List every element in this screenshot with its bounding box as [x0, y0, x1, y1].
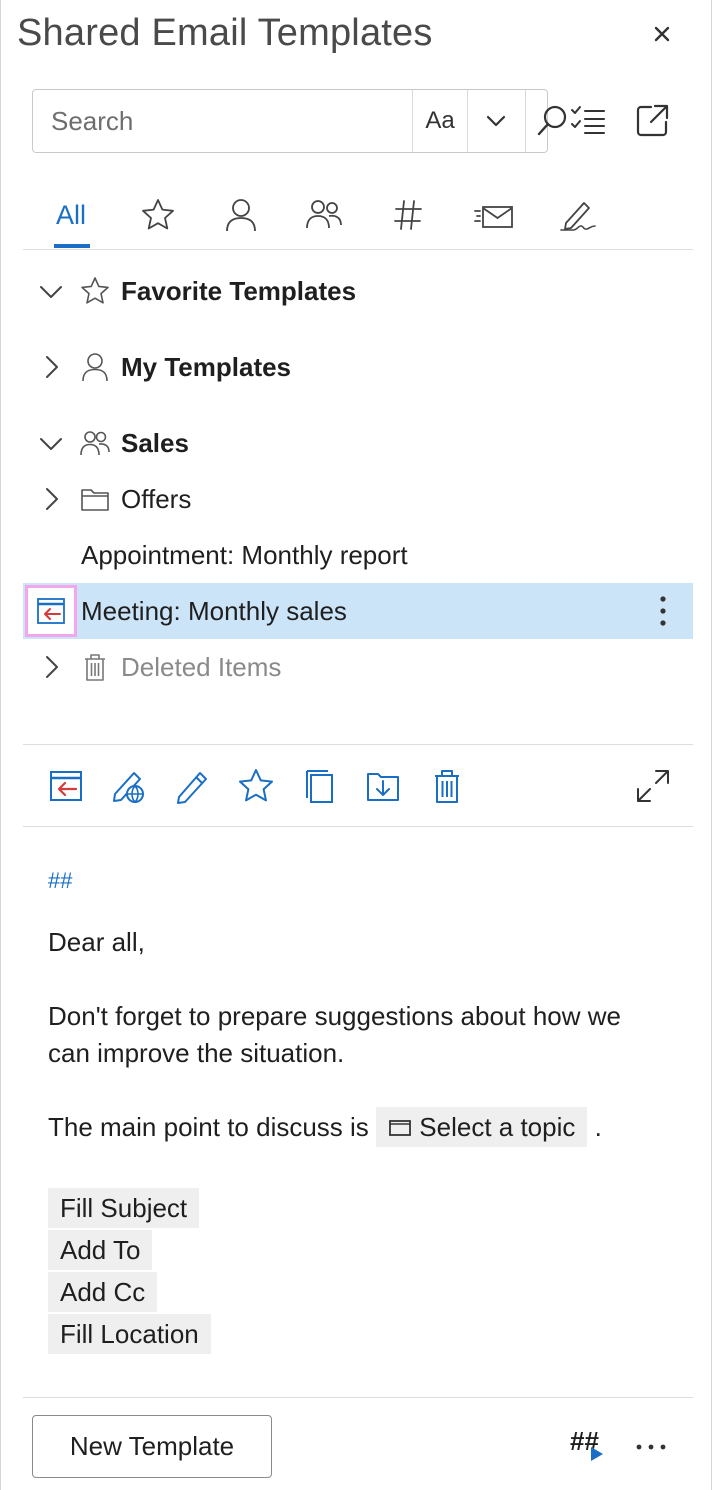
shared-email-templates-pane: Shared Email Templates Aa All: [0, 0, 712, 1490]
tab-macros[interactable]: [383, 180, 433, 250]
trash-icon: [85, 654, 105, 681]
search-box: Aa: [32, 89, 567, 153]
preview-topic-line: The main point to discuss is Select a to…: [48, 1107, 602, 1147]
expand-icon[interactable]: [633, 766, 673, 806]
dropdown-field-icon: [389, 1120, 411, 1136]
paste-template-icon[interactable]: [46, 766, 86, 806]
tree-item-offers[interactable]: Offers: [23, 471, 693, 527]
tree-item-label: Offers: [121, 483, 192, 514]
new-template-button[interactable]: New Template: [32, 1415, 272, 1478]
star-icon[interactable]: [236, 766, 276, 806]
trash-icon[interactable]: [427, 766, 467, 806]
chevron-right-icon[interactable]: [37, 353, 65, 381]
more-icon[interactable]: [631, 1430, 671, 1464]
folder-icon: [81, 489, 109, 511]
match-case-button[interactable]: Aa: [413, 90, 467, 152]
insert-macro-button[interactable]: ##: [567, 1424, 611, 1468]
person-icon: [226, 199, 256, 232]
people-icon: [80, 431, 110, 456]
divider: [23, 1397, 693, 1398]
hash-icon: [394, 200, 422, 230]
template-label: Meeting: Monthly sales: [81, 595, 347, 626]
select-topic-dropdown[interactable]: Select a topic: [376, 1107, 588, 1147]
tab-my-templates[interactable]: [216, 180, 266, 250]
tree-item-favorite-templates[interactable]: Favorite Templates: [23, 263, 693, 319]
edit-shared-icon[interactable]: [108, 766, 148, 806]
topic-chip-label: Select a topic: [419, 1112, 576, 1142]
close-icon[interactable]: [646, 18, 678, 50]
topic-suffix: .: [594, 1112, 602, 1142]
chevron-down-icon[interactable]: [37, 277, 65, 305]
tree-item-deleted-items[interactable]: Deleted Items: [23, 639, 693, 695]
paste-template-button[interactable]: [25, 585, 77, 637]
star-icon: [142, 199, 174, 230]
tree-item-sales[interactable]: Sales: [23, 415, 693, 471]
topic-prefix: The main point to discuss is: [48, 1112, 369, 1142]
macro-marker: ##: [48, 868, 73, 893]
search-input[interactable]: [51, 104, 381, 138]
divider: [23, 744, 693, 745]
active-tab-indicator: [54, 244, 90, 248]
tree-item-my-templates[interactable]: My Templates: [23, 339, 693, 395]
signature-icon: [560, 202, 596, 231]
tree-item-label: Favorite Templates: [121, 275, 357, 306]
open-external-icon[interactable]: [633, 100, 673, 140]
play-icon: [591, 1447, 603, 1461]
tree-item-label: Sales: [121, 427, 189, 458]
tree-item-label: My Templates: [121, 351, 292, 382]
macro-fill-location[interactable]: Fill Location: [48, 1314, 211, 1354]
preview-greeting: Dear all,: [48, 927, 145, 957]
more-options-icon[interactable]: [651, 593, 675, 629]
preview-body: Don't forget to prepare suggestions abou…: [48, 1001, 621, 1068]
checklist-icon[interactable]: [568, 100, 608, 140]
tab-favorites[interactable]: [133, 180, 183, 250]
template-label: Appointment: Monthly report: [81, 539, 408, 570]
chevron-right-icon[interactable]: [37, 653, 65, 681]
chevron-right-icon[interactable]: [37, 485, 65, 513]
star-icon: [81, 277, 109, 304]
person-icon: [82, 353, 108, 382]
copy-icon[interactable]: [300, 766, 340, 806]
tree-item-label: Deleted Items: [121, 651, 282, 682]
tab-all[interactable]: All: [49, 180, 93, 250]
filter-tabs: All: [23, 180, 693, 250]
search-options-button[interactable]: [467, 90, 525, 152]
template-item-appointment[interactable]: Appointment: Monthly report: [23, 527, 693, 583]
macro-add-cc[interactable]: Add Cc: [48, 1272, 158, 1312]
macro-add-to[interactable]: Add To: [48, 1230, 153, 1270]
pane-title: Shared Email Templates: [17, 12, 433, 54]
tab-shared[interactable]: [299, 180, 349, 250]
tab-email[interactable]: [466, 180, 522, 250]
move-to-folder-icon[interactable]: [363, 766, 403, 806]
divider: [23, 826, 693, 827]
people-icon: [306, 200, 342, 229]
macro-fill-subject[interactable]: Fill Subject: [48, 1188, 200, 1228]
mail-icon: [474, 206, 513, 228]
chevron-down-icon[interactable]: [37, 429, 65, 457]
chevron-down-icon: [486, 115, 506, 127]
paste-template-icon: [37, 598, 65, 624]
template-item-meeting[interactable]: Meeting: Monthly sales: [23, 583, 693, 639]
search-icon: [537, 105, 567, 136]
edit-icon[interactable]: [172, 766, 212, 806]
tab-signatures[interactable]: [553, 180, 603, 250]
